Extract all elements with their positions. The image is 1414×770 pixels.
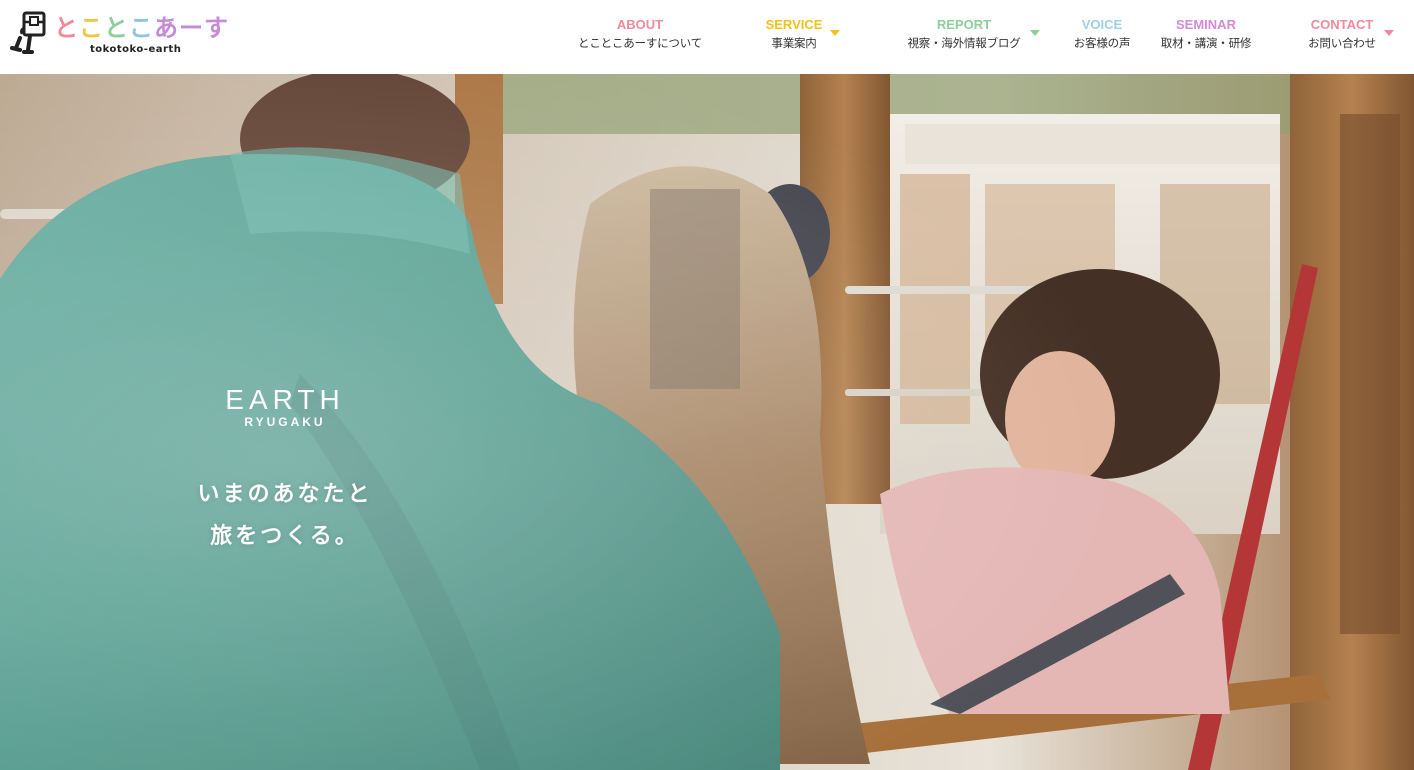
logo-char: こ bbox=[79, 14, 104, 42]
logo-char: す bbox=[204, 14, 229, 42]
nav-item-voice[interactable]: VOICE お客様の声 bbox=[1068, 16, 1136, 60]
nav-item-label-en: SEMINAR bbox=[1176, 17, 1236, 32]
nav-item-report[interactable]: REPORT 視察・海外情報ブログ bbox=[902, 16, 1026, 60]
nav-item-label-ja: お客様の声 bbox=[1073, 36, 1131, 50]
nav-item-label-ja: 事業案内 bbox=[771, 36, 817, 50]
nav-item-service[interactable]: SERVICE 事業案内 bbox=[760, 16, 828, 60]
nav-item-label-ja: 取材・講演・研修 bbox=[1160, 36, 1252, 50]
nav-item-label-en: VOICE bbox=[1081, 17, 1123, 32]
hero-brand-subtitle: RYUGAKU bbox=[244, 415, 326, 429]
logo-subtitle: tokotoko-earth bbox=[90, 44, 182, 55]
hero-tagline: いまのあなたと 旅をつくる。 bbox=[140, 474, 430, 558]
nav-item-label-en: REPORT bbox=[936, 17, 992, 32]
logo-char: と bbox=[54, 14, 79, 42]
chevron-down-icon[interactable] bbox=[1384, 30, 1394, 36]
hero-section: EARTH RYUGAKU いまのあなたと 旅をつくる。 bbox=[0, 74, 1414, 770]
site-logo[interactable]: とことこあーす tokotoko-earth bbox=[10, 10, 228, 60]
hero-tagline-line: 旅をつくる。 bbox=[210, 524, 360, 549]
nav-item-seminar[interactable]: SEMINAR 取材・講演・研修 bbox=[1156, 16, 1256, 60]
site-header: とことこあーす tokotoko-earth ABOUT とことこあーすについて… bbox=[0, 0, 1414, 74]
chevron-down-icon[interactable] bbox=[1030, 30, 1040, 36]
nav-item-label-en: SERVICE bbox=[765, 17, 823, 32]
nav-item-about[interactable]: ABOUT とことこあーすについて bbox=[574, 16, 706, 60]
hero-brand-title: EARTH bbox=[225, 384, 345, 415]
logo-char: こ bbox=[129, 14, 154, 42]
nav-item-label-ja: 視察・海外情報ブログ bbox=[907, 36, 1021, 50]
nav-item-label-en: ABOUT bbox=[616, 17, 664, 32]
nav-item-label-en: CONTACT bbox=[1310, 17, 1374, 32]
backpack-walker-icon bbox=[10, 11, 46, 54]
nav-item-contact[interactable]: CONTACT お問い合わせ bbox=[1302, 16, 1382, 60]
hero-copy: EARTH RYUGAKU いまのあなたと 旅をつくる。 bbox=[140, 384, 430, 558]
nav-item-label-ja: とことこあーすについて bbox=[578, 36, 702, 50]
logo-char: ー bbox=[179, 14, 204, 42]
logo-wordmark: とことこあーす bbox=[54, 14, 229, 42]
logo-char: と bbox=[104, 14, 129, 42]
chevron-down-icon[interactable] bbox=[830, 30, 840, 36]
logo-char: あ bbox=[154, 14, 179, 42]
nav-item-label-ja: お問い合わせ bbox=[1308, 36, 1376, 50]
hero-tagline-line: いまのあなたと bbox=[197, 482, 373, 507]
